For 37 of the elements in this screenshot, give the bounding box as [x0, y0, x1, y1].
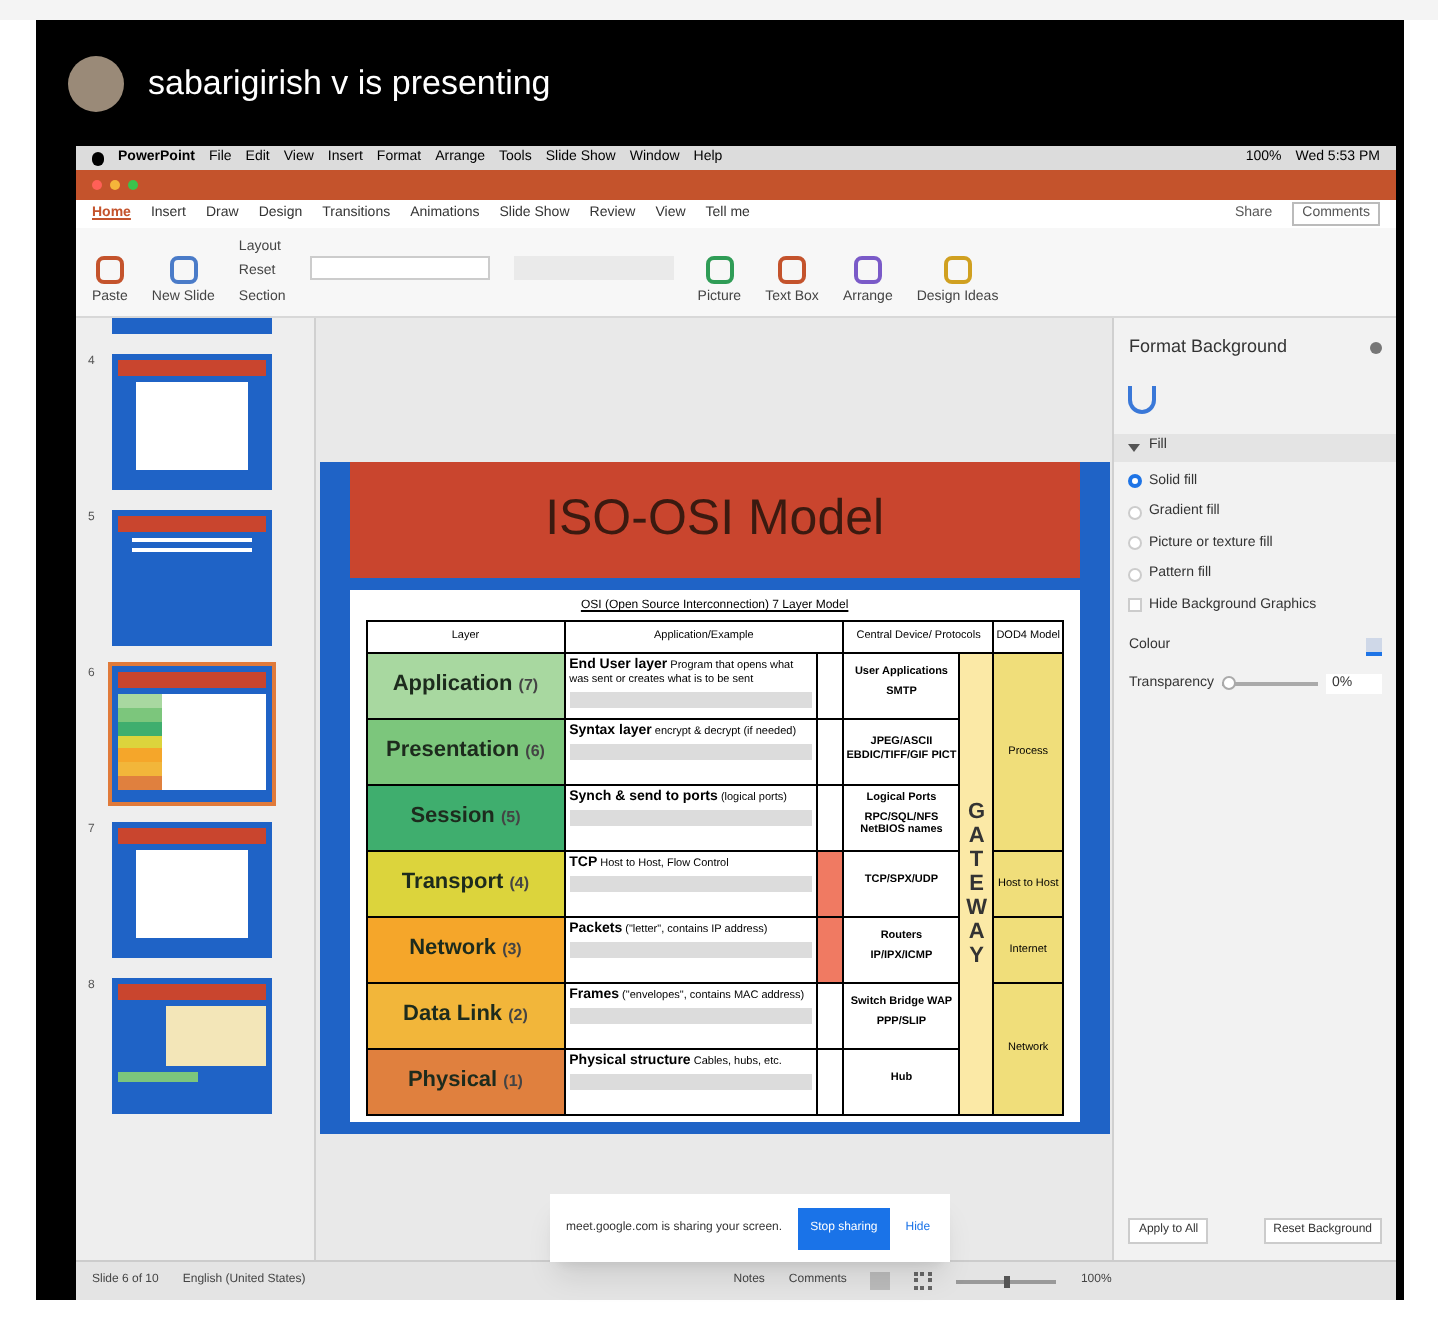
slide-thumbnail[interactable]	[112, 822, 272, 958]
slide-thumbnail[interactable]	[112, 354, 272, 490]
layer-name: Physical (1)	[366, 1049, 565, 1115]
tool-icon	[169, 255, 198, 283]
radio-icon[interactable]	[1128, 505, 1143, 520]
layer-name: Presentation (6)	[366, 719, 565, 785]
layer-name: Network (3)	[366, 917, 565, 983]
layer-name: Transport (4)	[366, 851, 565, 917]
tool-icon	[705, 255, 734, 283]
panel-title: Format Background	[1128, 334, 1287, 360]
layer-name: Data Link (2)	[366, 983, 565, 1049]
close-icon[interactable]	[1370, 341, 1382, 354]
tool-icon	[943, 255, 972, 283]
radio-icon[interactable]	[1128, 567, 1143, 582]
radio-icon[interactable]	[1128, 536, 1143, 551]
slide-thumbnail[interactable]	[112, 510, 272, 646]
slider-thumb[interactable]	[1222, 675, 1236, 690]
fill-colour-icon[interactable]	[1366, 637, 1382, 656]
presenter-label: sabarigirish v is presenting	[148, 61, 551, 106]
grid-view-icon[interactable]	[914, 1272, 933, 1290]
layer-name: Session (5)	[366, 785, 565, 851]
layer-name: Application (7)	[366, 653, 565, 719]
radio-icon[interactable]	[1128, 474, 1143, 489]
tool-icon	[853, 255, 882, 283]
tool-icon	[778, 255, 806, 283]
avatar	[68, 55, 124, 111]
slide-thumbnail[interactable]	[112, 978, 272, 1114]
slide-thumbnail[interactable]	[112, 666, 272, 802]
gateway-label: GATEWAY	[965, 799, 988, 969]
chevron-icon[interactable]	[1128, 443, 1141, 451]
checkbox[interactable]	[1128, 598, 1143, 613]
slide-title: ISO-OSI Model	[545, 488, 885, 551]
font-field[interactable]	[309, 256, 490, 280]
slider-thumb[interactable]	[1003, 1275, 1010, 1287]
apple-icon[interactable]	[92, 151, 104, 165]
tool-icon	[95, 255, 124, 283]
slide-thumbnail[interactable]	[112, 318, 272, 334]
